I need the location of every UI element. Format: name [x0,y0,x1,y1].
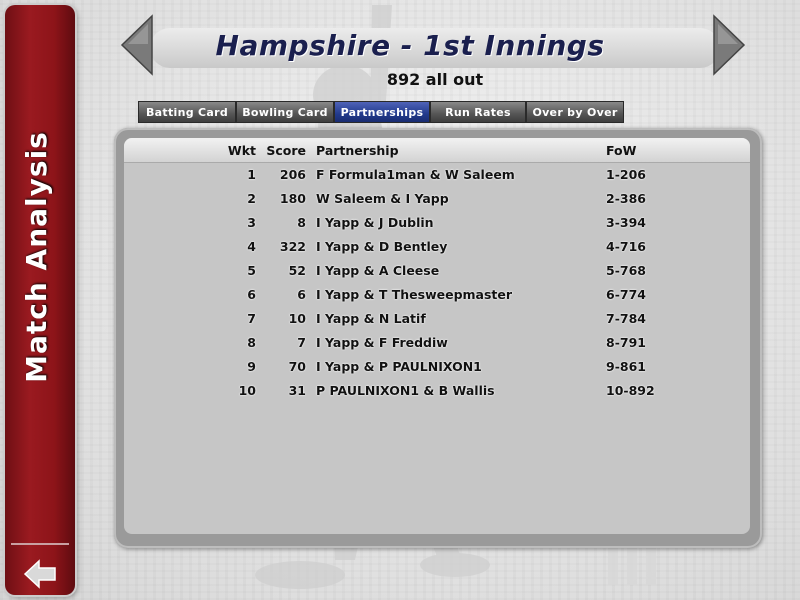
partnerships-table: Wkt Score Partnership FoW 1 206 F Formul… [124,138,750,534]
row-fow: 10-892 [606,383,655,398]
tab-bowling-card[interactable]: Bowling Card [236,101,334,123]
table-header: Wkt Score Partnership FoW [124,138,750,163]
table-row: 10 31 P PAULNIXON1 & B Wallis 10-892 [124,379,750,403]
row-partnership: I Yapp & T Thesweepmaster [316,287,513,302]
tab-run-rates[interactable]: Run Rates [430,101,526,123]
innings-score: 892 all out [386,70,484,89]
tab-bar: Batting Card Bowling Card Partnerships R… [138,101,624,123]
row-wkt: 5 [247,263,256,278]
row-score: 206 [279,167,306,182]
row-score: 6 [297,287,306,302]
row-fow: 2-386 [606,191,646,206]
tab-over-by-over[interactable]: Over by Over [526,101,624,123]
table-row: 7 10 I Yapp & N Latif 7-784 [124,307,750,331]
partnerships-panel: Wkt Score Partnership FoW 1 206 F Formul… [114,128,762,548]
tab-partnerships[interactable]: Partnerships [334,101,430,123]
row-fow: 7-784 [606,311,646,326]
row-score: 10 [288,311,306,326]
row-score: 8 [297,215,306,230]
row-wkt: 8 [247,335,256,350]
row-partnership: I Yapp & N Latif [316,311,426,326]
previous-innings-button[interactable] [120,14,154,76]
next-innings-button[interactable] [712,14,746,76]
row-wkt: 2 [247,191,256,206]
row-wkt: 9 [247,359,256,374]
row-score: 180 [279,191,306,206]
tab-batting-card[interactable]: Batting Card [138,101,236,123]
sidebar: Match Analysis [5,5,75,595]
table-row: 3 8 I Yapp & J Dublin 3-394 [124,211,750,235]
row-fow: 3-394 [606,215,646,230]
row-fow: 5-768 [606,263,646,278]
row-wkt: 6 [247,287,256,302]
table-row: 8 7 I Yapp & F Freddiw 8-791 [124,331,750,355]
row-partnership: I Yapp & A Cleese [316,263,440,278]
row-fow: 9-861 [606,359,646,374]
innings-title: Hampshire - 1st Innings [215,29,605,62]
row-partnership: I Yapp & P PAULNIXON1 [316,359,482,374]
row-fow: 6-774 [606,287,646,302]
row-partnership: P PAULNIXON1 & B Wallis [316,383,495,398]
row-partnership: I Yapp & J Dublin [316,215,434,230]
back-button[interactable] [19,555,61,593]
arrow-left-icon [23,559,56,589]
header-fow: FoW [606,143,637,158]
table-row: 6 6 I Yapp & T Thesweepmaster 6-774 [124,283,750,307]
row-fow: 4-716 [606,239,646,254]
table-row: 2 180 W Saleem & I Yapp 2-386 [124,187,750,211]
row-score: 52 [288,263,306,278]
row-score: 7 [297,335,306,350]
sidebar-divider [11,543,69,545]
table-row: 5 52 I Yapp & A Cleese 5-768 [124,259,750,283]
row-wkt: 10 [238,383,256,398]
row-wkt: 3 [247,215,256,230]
row-partnership: I Yapp & F Freddiw [316,335,448,350]
table-row: 9 70 I Yapp & P PAULNIXON1 9-861 [124,355,750,379]
row-fow: 1-206 [606,167,646,182]
row-score: 70 [288,359,306,374]
row-wkt: 4 [247,239,256,254]
header-partnership: Partnership [316,143,399,158]
row-score: 31 [288,383,306,398]
row-partnership: F Formula1man & W Saleem [316,167,515,182]
table-row: 4 322 I Yapp & D Bentley 4-716 [124,235,750,259]
row-fow: 8-791 [606,335,646,350]
header-score: Score [266,143,306,158]
sidebar-title: Match Analysis [20,131,53,383]
row-wkt: 1 [247,167,256,182]
row-partnership: W Saleem & I Yapp [316,191,449,206]
row-partnership: I Yapp & D Bentley [316,239,448,254]
row-score: 322 [279,239,306,254]
header-wkt: Wkt [227,143,256,158]
row-wkt: 7 [247,311,256,326]
table-row: 1 206 F Formula1man & W Saleem 1-206 [124,163,750,187]
